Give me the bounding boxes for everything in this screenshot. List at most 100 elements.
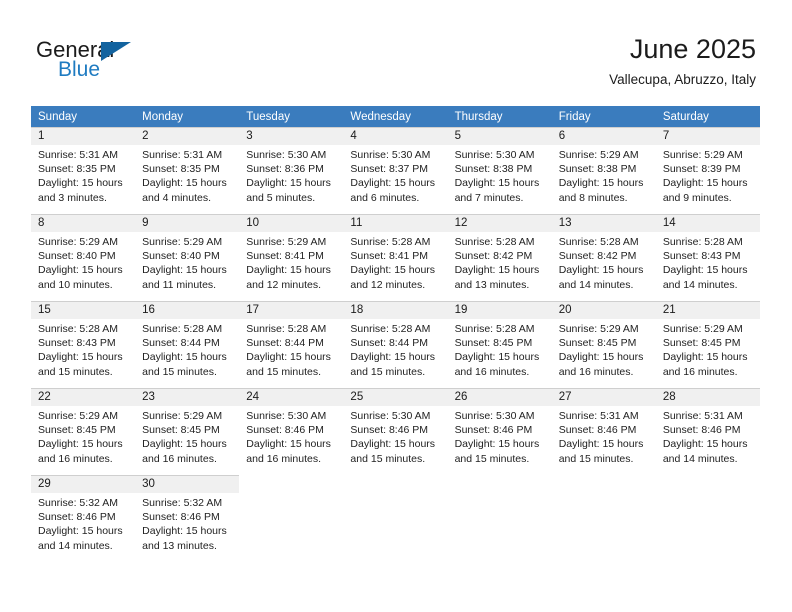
day-number: 15: [31, 302, 136, 319]
day-number: 25: [343, 389, 448, 406]
sunset-text: Sunset: 8:44 PM: [142, 337, 220, 350]
day-cell[interactable]: 2 Sunrise: 5:31 AM Sunset: 8:35 PM Daylight…: [135, 127, 240, 214]
day-cell[interactable]: 20 Sunrise: 5:29 AM Sunset: 8:45 PM Dayligh…: [551, 301, 656, 388]
day-cell[interactable]: 14 Sunrise: 5:28 AM Sunset: 8:43 PM Dayligh…: [655, 214, 760, 301]
day-cell[interactable]: 28 Sunrise: 5:31 AM Sunset: 8:46 PM Dayligh…: [655, 388, 760, 475]
day-number: 27: [551, 389, 656, 406]
day-details: Sunrise: 5:28 AM Sunset: 8:44 PM Daylight:…: [343, 319, 447, 379]
day-number: [239, 475, 343, 492]
day-number: 28: [655, 389, 760, 406]
day-number: 4: [343, 128, 448, 145]
calendar-body: 1 Sunrise: 5:31 AM Sunset: 8:35 PM Daylight…: [31, 127, 760, 562]
sunset-text: Sunset: 8:45 PM: [38, 424, 116, 437]
day-number: 2: [135, 128, 240, 145]
day-details: Sunrise: 5:29 AM Sunset: 8:45 PM Daylight:…: [135, 406, 239, 466]
calendar-cell: 22 Sunrise: 5:29 AM Sunset: 8:45 PM Dayligh…: [31, 388, 136, 475]
daylight-text: and 9 minutes.: [662, 191, 732, 204]
day-cell[interactable]: 5 Sunrise: 5:30 AM Sunset: 8:38 PM Daylight…: [447, 127, 552, 214]
day-cell[interactable]: 30 Sunrise: 5:32 AM Sunset: 8:46 PM Dayligh…: [135, 475, 240, 562]
calendar-cell: 18 Sunrise: 5:28 AM Sunset: 8:44 PM Dayligh…: [343, 301, 448, 388]
daylight-text: and 15 minutes.: [246, 365, 321, 378]
day-number: 6: [551, 128, 656, 145]
calendar-cell: 19 Sunrise: 5:28 AM Sunset: 8:45 PM Dayligh…: [447, 301, 552, 388]
daylight-text: and 11 minutes.: [142, 278, 217, 291]
calendar-page: General Blue June 2025 Vallecupa, Abruzz…: [0, 0, 792, 612]
day-cell[interactable]: 22 Sunrise: 5:29 AM Sunset: 8:45 PM Dayligh…: [31, 388, 136, 475]
day-cell-empty: [239, 475, 344, 562]
daylight-text: Daylight: 15 hours: [246, 177, 331, 190]
calendar-cell: 5 Sunrise: 5:30 AM Sunset: 8:38 PM Daylight…: [447, 127, 552, 214]
calendar-cell: 16 Sunrise: 5:28 AM Sunset: 8:44 PM Dayligh…: [135, 301, 240, 388]
daylight-text: and 6 minutes.: [350, 191, 420, 204]
day-cell[interactable]: 21 Sunrise: 5:29 AM Sunset: 8:45 PM Dayligh…: [655, 301, 760, 388]
day-number: [343, 475, 447, 492]
calendar-cell: 13 Sunrise: 5:28 AM Sunset: 8:42 PM Dayligh…: [551, 214, 656, 301]
day-cell[interactable]: 29 Sunrise: 5:32 AM Sunset: 8:46 PM Dayligh…: [31, 475, 136, 562]
day-cell[interactable]: 25 Sunrise: 5:30 AM Sunset: 8:46 PM Dayligh…: [343, 388, 448, 475]
sunset-text: Sunset: 8:46 PM: [350, 424, 429, 437]
day-number: 21: [655, 302, 760, 319]
day-number: 24: [239, 389, 344, 406]
page-header: General Blue June 2025 Vallecupa, Abruzz…: [0, 0, 792, 100]
sunset-text: Sunset: 8:41 PM: [350, 250, 429, 263]
daylight-text: Daylight: 15 hours: [558, 438, 644, 451]
day-cell[interactable]: 23 Sunrise: 5:29 AM Sunset: 8:45 PM Dayligh…: [135, 388, 240, 475]
day-cell[interactable]: 26 Sunrise: 5:30 AM Sunset: 8:46 PM Dayligh…: [447, 388, 552, 475]
sunset-text: Sunset: 8:46 PM: [662, 424, 741, 437]
sunrise-text: Sunrise: 5:29 AM: [142, 236, 223, 248]
daylight-text: Daylight: 15 hours: [350, 351, 436, 364]
daylight-text: and 16 minutes.: [142, 452, 217, 465]
sunrise-text: Sunrise: 5:31 AM: [662, 410, 743, 422]
day-cell[interactable]: 15 Sunrise: 5:28 AM Sunset: 8:43 PM Dayligh…: [31, 301, 136, 388]
day-cell[interactable]: 19 Sunrise: 5:28 AM Sunset: 8:45 PM Dayligh…: [447, 301, 552, 388]
daylight-text: Daylight: 15 hours: [38, 264, 123, 277]
sunset-text: Sunset: 8:43 PM: [662, 250, 741, 263]
title-block: June 2025 Vallecupa, Abruzzo, Italy: [609, 33, 756, 88]
day-cell[interactable]: 24 Sunrise: 5:30 AM Sunset: 8:46 PM Dayligh…: [239, 388, 344, 475]
sunset-text: Sunset: 8:40 PM: [38, 250, 116, 263]
daylight-text: Daylight: 15 hours: [662, 438, 748, 451]
day-cell[interactable]: 3 Sunrise: 5:30 AM Sunset: 8:36 PM Daylight…: [239, 127, 344, 214]
day-details: Sunrise: 5:29 AM Sunset: 8:39 PM Daylight:…: [656, 145, 760, 205]
daylight-text: and 16 minutes.: [662, 365, 738, 378]
calendar-cell: [447, 475, 552, 562]
calendar-cell: 30 Sunrise: 5:32 AM Sunset: 8:46 PM Dayligh…: [135, 475, 240, 562]
day-cell[interactable]: 8 Sunrise: 5:29 AM Sunset: 8:40 PM Daylight…: [31, 214, 136, 301]
sunrise-text: Sunrise: 5:28 AM: [350, 323, 431, 335]
day-cell[interactable]: 1 Sunrise: 5:31 AM Sunset: 8:35 PM Daylight…: [31, 127, 136, 214]
daylight-text: Daylight: 15 hours: [246, 438, 331, 451]
calendar-cell: 28 Sunrise: 5:31 AM Sunset: 8:46 PM Dayligh…: [655, 388, 760, 475]
daylight-text: Daylight: 15 hours: [558, 177, 644, 190]
day-cell[interactable]: 6 Sunrise: 5:29 AM Sunset: 8:38 PM Daylight…: [551, 127, 656, 214]
sunrise-text: Sunrise: 5:29 AM: [246, 236, 327, 248]
calendar-week-row: 8 Sunrise: 5:29 AM Sunset: 8:40 PM Daylight…: [31, 214, 760, 301]
calendar-cell: 10 Sunrise: 5:29 AM Sunset: 8:41 PM Dayligh…: [239, 214, 344, 301]
day-cell[interactable]: 11 Sunrise: 5:28 AM Sunset: 8:41 PM Dayligh…: [343, 214, 448, 301]
logo-triangle-icon: [101, 42, 131, 61]
day-cell[interactable]: 10 Sunrise: 5:29 AM Sunset: 8:41 PM Dayligh…: [239, 214, 344, 301]
day-cell[interactable]: 17 Sunrise: 5:28 AM Sunset: 8:44 PM Dayligh…: [239, 301, 344, 388]
day-cell[interactable]: 7 Sunrise: 5:29 AM Sunset: 8:39 PM Daylight…: [655, 127, 760, 214]
sunset-text: Sunset: 8:36 PM: [246, 163, 324, 176]
sunset-text: Sunset: 8:37 PM: [350, 163, 429, 176]
daylight-text: and 15 minutes.: [38, 365, 113, 378]
sunset-text: Sunset: 8:35 PM: [38, 163, 116, 176]
day-number: 9: [135, 215, 240, 232]
day-number: 1: [31, 128, 136, 145]
day-details: Sunrise: 5:29 AM Sunset: 8:45 PM Daylight:…: [552, 319, 656, 379]
day-cell[interactable]: 27 Sunrise: 5:31 AM Sunset: 8:46 PM Dayligh…: [551, 388, 656, 475]
day-cell[interactable]: 4 Sunrise: 5:30 AM Sunset: 8:37 PM Daylight…: [343, 127, 448, 214]
day-cell-empty: [447, 475, 552, 562]
day-cell[interactable]: 16 Sunrise: 5:28 AM Sunset: 8:44 PM Dayligh…: [135, 301, 240, 388]
day-cell[interactable]: 12 Sunrise: 5:28 AM Sunset: 8:42 PM Dayligh…: [447, 214, 552, 301]
sunrise-text: Sunrise: 5:30 AM: [454, 149, 535, 161]
day-details: Sunrise: 5:28 AM Sunset: 8:43 PM Daylight:…: [656, 232, 760, 292]
day-number: 7: [655, 128, 760, 145]
day-cell[interactable]: 13 Sunrise: 5:28 AM Sunset: 8:42 PM Dayligh…: [551, 214, 656, 301]
sunset-text: Sunset: 8:45 PM: [454, 337, 533, 350]
day-cell[interactable]: 18 Sunrise: 5:28 AM Sunset: 8:44 PM Dayligh…: [343, 301, 448, 388]
general-blue-logo[interactable]: General Blue: [36, 37, 156, 83]
daylight-text: and 14 minutes.: [662, 278, 738, 291]
sunset-text: Sunset: 8:41 PM: [246, 250, 324, 263]
day-cell[interactable]: 9 Sunrise: 5:29 AM Sunset: 8:40 PM Daylight…: [135, 214, 240, 301]
